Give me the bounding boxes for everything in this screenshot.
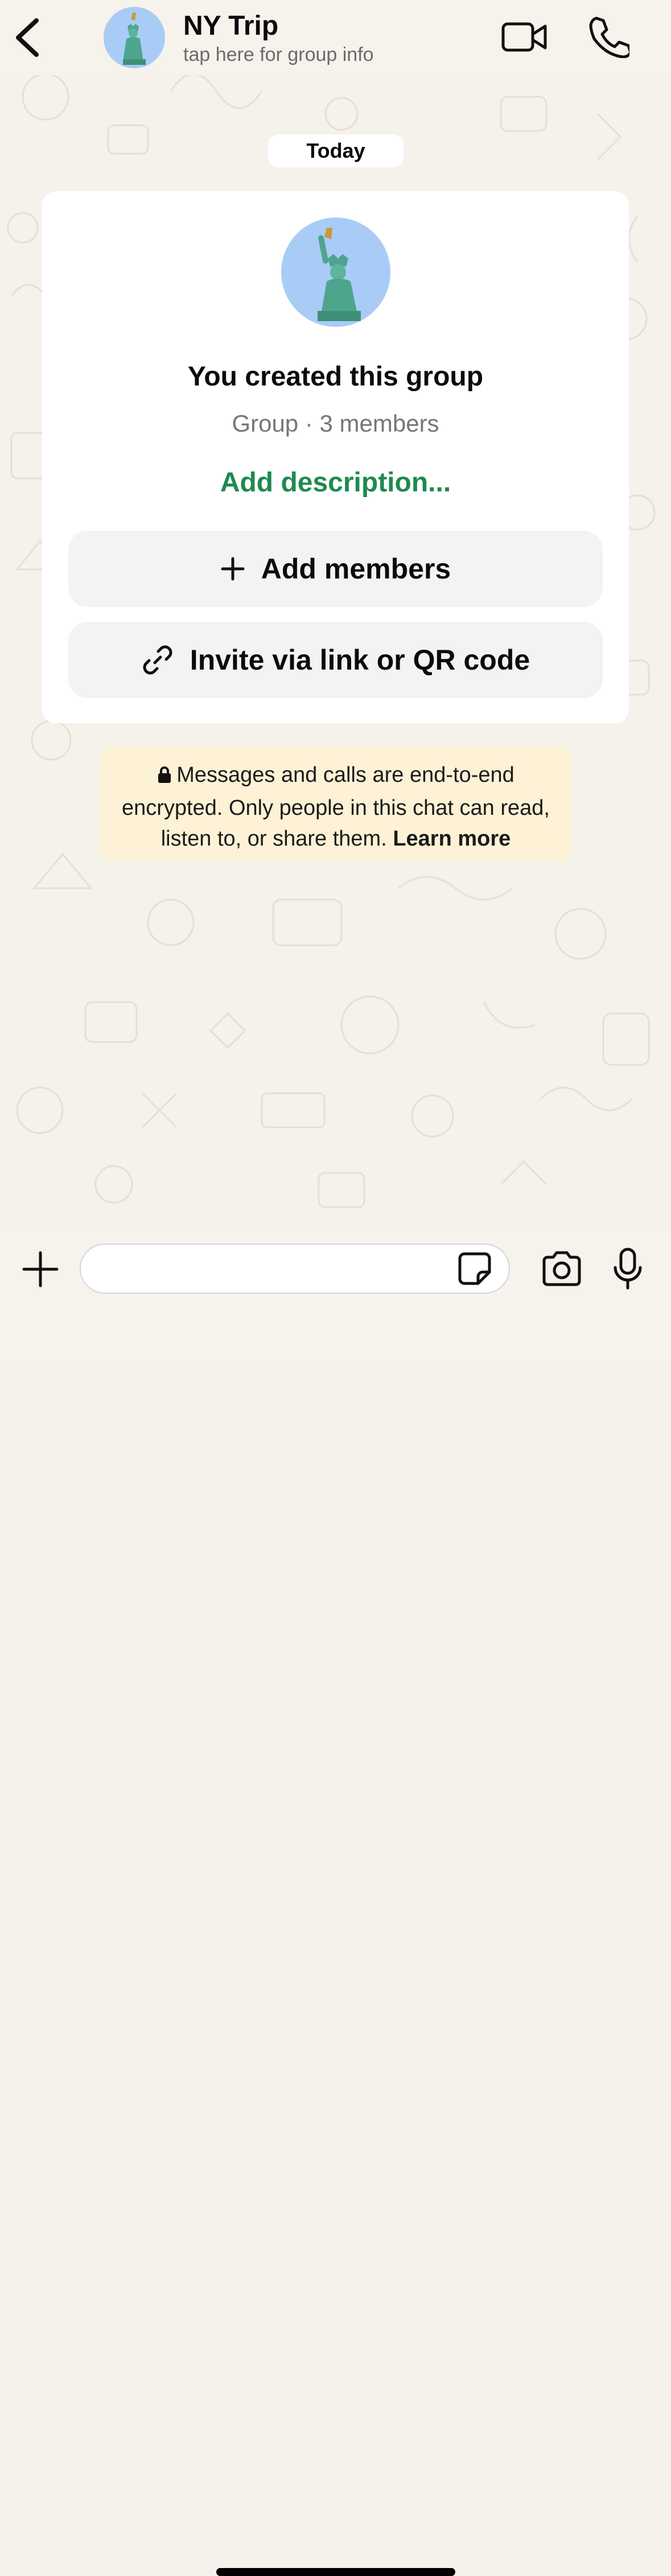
sticker-icon [458, 1252, 491, 1285]
chat-title-area[interactable]: NY Trip tap here for group info [183, 10, 374, 66]
chat-subtitle: tap here for group info [183, 44, 374, 65]
group-created-card: You created this group Group · 3 members… [42, 191, 629, 723]
microphone-icon [614, 1248, 642, 1290]
invite-link-button[interactable]: Invite via link or QR code [68, 622, 603, 698]
video-camera-icon [501, 22, 547, 52]
voice-call-button[interactable] [586, 15, 632, 59]
add-description-link[interactable]: Add description... [42, 467, 629, 498]
sticker-button[interactable] [456, 1250, 493, 1287]
home-indicator [216, 2568, 455, 2576]
date-separator: Today [268, 134, 404, 167]
statue-of-liberty-icon [123, 13, 146, 65]
add-members-button[interactable]: Add members [68, 531, 603, 607]
chat-header: NY Trip tap here for group info [0, 0, 671, 75]
statue-of-liberty-icon [318, 228, 361, 321]
add-members-label: Add members [261, 553, 451, 585]
video-call-button[interactable] [501, 17, 547, 57]
chat-title: NY Trip [183, 11, 279, 41]
created-group-heading: You created this group [187, 362, 484, 392]
encryption-notice[interactable]: Messages and calls are end-to-end encryp… [99, 747, 573, 861]
plus-icon [220, 556, 245, 581]
plus-icon [22, 1251, 59, 1287]
group-member-count: Group · 3 members [232, 410, 439, 437]
lock-icon [157, 762, 172, 793]
learn-more-link[interactable]: Learn more [393, 827, 511, 851]
camera-icon [542, 1251, 581, 1286]
back-button[interactable] [10, 15, 44, 60]
message-composer [0, 1227, 671, 2576]
attach-button[interactable] [20, 1249, 60, 1289]
invite-label: Invite via link or QR code [190, 644, 530, 676]
group-avatar[interactable] [104, 7, 165, 68]
message-input[interactable] [80, 1244, 510, 1294]
chevron-left-icon [16, 18, 39, 57]
phone-icon [589, 17, 632, 59]
link-icon [141, 643, 174, 676]
camera-button[interactable] [541, 1250, 583, 1287]
group-avatar-large[interactable] [281, 218, 390, 327]
microphone-button[interactable] [612, 1247, 643, 1290]
